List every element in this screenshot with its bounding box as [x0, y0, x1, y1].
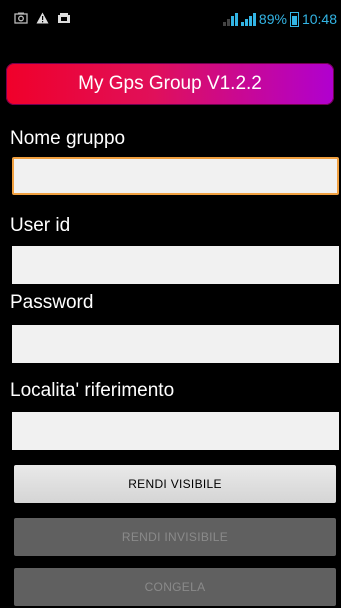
signal-1-icon [222, 12, 238, 26]
user-id-input[interactable] [12, 246, 339, 284]
status-bar: 89% 10:48 [0, 0, 341, 38]
password-input[interactable] [12, 325, 339, 363]
make-visible-button[interactable]: RENDI VISIBILE [14, 465, 336, 503]
battery-icon [289, 11, 299, 27]
password-label: Password [10, 292, 94, 313]
warning-icon [36, 12, 49, 24]
freeze-button[interactable]: CONGELA [14, 568, 336, 606]
screenshot-icon [14, 12, 28, 24]
app-title-bar: My Gps Group V1.2.2 [6, 63, 334, 105]
signal-2-icon [240, 12, 256, 26]
status-right: 89% 10:48 [222, 11, 337, 27]
freeze-label: CONGELA [144, 580, 206, 594]
make-invisible-button[interactable]: RENDI INVISIBILE [14, 518, 336, 556]
status-left-icons [14, 12, 71, 24]
clock: 10:48 [301, 11, 337, 27]
user-id-label: User id [10, 215, 71, 236]
gallery-icon [58, 13, 70, 23]
group-name-input[interactable] [12, 157, 339, 195]
app-title: My Gps Group V1.2.2 [78, 73, 262, 94]
make-invisible-label: RENDI INVISIBILE [121, 530, 229, 544]
group-name-label: Nome gruppo [10, 128, 126, 149]
locality-input[interactable] [12, 412, 339, 450]
locality-label: Localita' riferimento [10, 380, 175, 401]
battery-percent: 89% [258, 11, 287, 27]
make-visible-label: RENDI VISIBILE [128, 477, 222, 491]
